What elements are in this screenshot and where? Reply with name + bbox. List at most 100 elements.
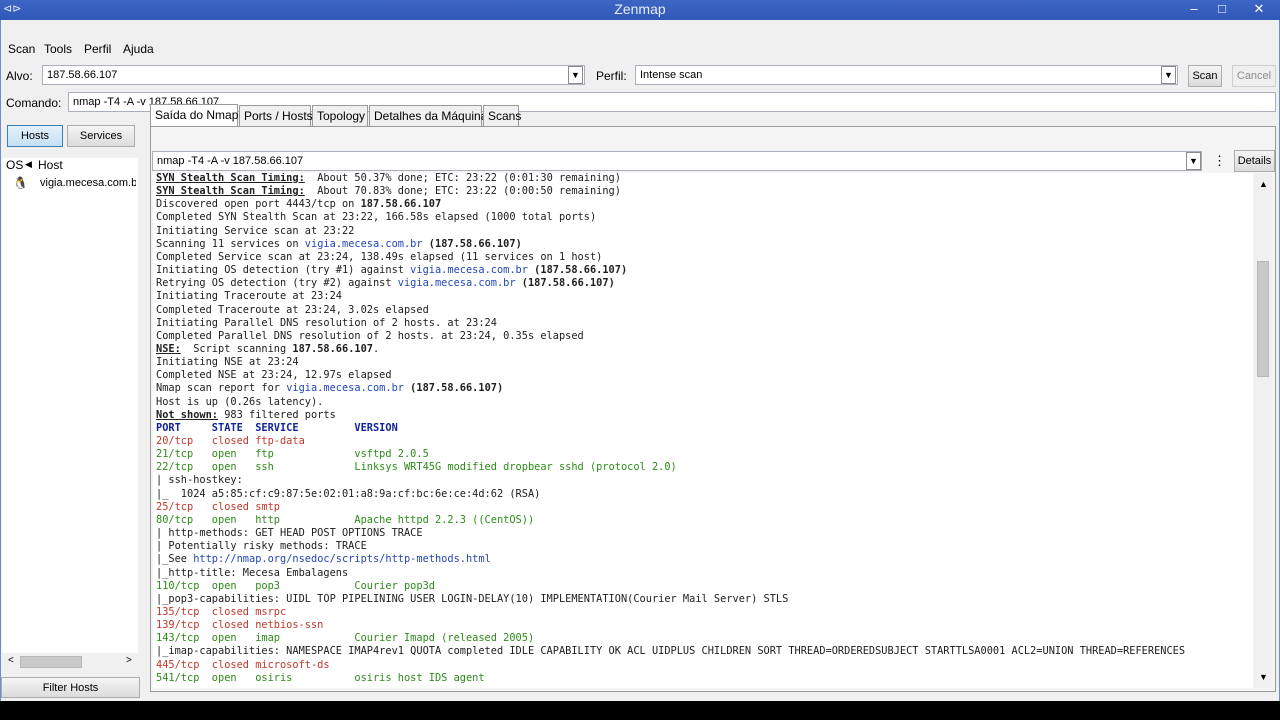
details-button[interactable]: Details — [1234, 150, 1275, 172]
output-segment: 80/tcp open http Apache httpd 2.2.3 ((Ce… — [156, 513, 535, 526]
nmap-output-text[interactable]: SYN Stealth Scan Timing: About 50.37% do… — [153, 173, 1253, 688]
tab-host-details[interactable]: Detalhes da Máquina — [369, 105, 487, 126]
output-segment: (187.58.66.107) — [403, 382, 504, 395]
filter-hosts-button[interactable]: Filter Hosts — [1, 677, 140, 698]
output-segment: Completed SYN Stealth Scan at 23:22, 166… — [156, 211, 597, 224]
profile-label: Perfil: — [596, 69, 627, 83]
output-segment: Completed Parallel DNS resolution of 2 h… — [156, 329, 584, 342]
desktop-bottom — [0, 701, 1280, 720]
output-command-select[interactable]: nmap -T4 -A -v 187.58.66.107 — [152, 151, 1202, 171]
output-line: 20/tcp closed ftp-data — [156, 435, 305, 448]
linux-penguin-icon: 🐧 — [13, 176, 28, 190]
output-segment: About 70.83% done; ETC: 23:22 (0:00:50 r… — [304, 185, 621, 198]
output-line: | ssh-hostkey: — [156, 474, 243, 487]
output-segment: Initiating Traceroute at 23:24 — [156, 290, 342, 303]
output-segment: |_http-title: Mecesa Embalagens — [156, 566, 349, 579]
left-hscroll[interactable]: < > — [2, 653, 138, 671]
output-segment: 139/tcp closed netbios-ssn — [156, 619, 324, 632]
hosts-button[interactable]: Hosts — [7, 125, 63, 147]
cancel-button[interactable]: Cancel — [1232, 65, 1276, 87]
output-line: | http-methods: GET HEAD POST OPTIONS TR… — [156, 527, 423, 540]
output-line: Completed Service scan at 23:24, 138.49s… — [156, 251, 602, 264]
output-segment: vigia.mecesa.com.br — [397, 277, 516, 290]
output-segment: 110/tcp open pop3 Courier pop3d — [156, 579, 435, 592]
output-segment: 21/tcp open ftp vsftpd 2.0.5 — [156, 448, 429, 461]
os-column-header[interactable]: OS — [6, 158, 23, 172]
output-segment: 20/tcp closed ftp-data — [156, 435, 305, 447]
output-segment: Completed Traceroute at 23:24, 3.02s ela… — [156, 303, 429, 316]
tab-topology[interactable]: Topology — [312, 105, 368, 126]
output-segment: Host is up (0.26s latency). — [156, 395, 324, 408]
output-line: |_ 1024 a5:85:cf:c9:87:5e:02:01:a8:9a:cf… — [156, 488, 540, 501]
output-line: Initiating Service scan at 23:22 — [156, 225, 354, 238]
chevron-down-icon[interactable]: ▼ — [568, 66, 583, 84]
menu-scan[interactable]: Scan — [8, 42, 35, 56]
output-line: |_imap-capabilities: NAMESPACE IMAP4rev1… — [156, 645, 1185, 658]
output-line: SYN Stealth Scan Timing: About 70.83% do… — [156, 185, 621, 198]
output-segment: Script scanning — [180, 342, 293, 355]
output-segment: |_See — [156, 553, 194, 566]
output-line: Discovered open port 4443/tcp on 187.58.… — [156, 198, 441, 211]
output-segment: 187.58.66.107 — [360, 198, 442, 211]
output-line: |_See http://nmap.org/nsedoc/scripts/htt… — [156, 553, 491, 566]
output-line: Initiating OS detection (try #1) against… — [156, 264, 627, 277]
scroll-thumb[interactable] — [1257, 261, 1269, 377]
host-list: OS ◀ Host 🐧 vigia.mecesa.com.b — [2, 158, 138, 653]
output-segment: PORT STATE SERVICE VERSION — [156, 421, 398, 434]
output-segment: | Potentially risky methods: TRACE — [156, 540, 367, 553]
menu-ajuda[interactable]: Ajuda — [123, 42, 154, 56]
list-item[interactable]: 🐧 vigia.mecesa.com.b — [2, 174, 138, 194]
maximize-icon[interactable]: □ — [1208, 0, 1236, 20]
scroll-left-icon[interactable]: < — [8, 655, 14, 666]
output-line: |_http-title: Mecesa Embalagens — [156, 567, 348, 580]
output-line: NSE: Script scanning 187.58.66.107. — [156, 343, 379, 356]
menu-perfil[interactable]: Perfil — [84, 42, 111, 56]
close-icon[interactable]: ✕ — [1240, 0, 1278, 20]
output-line: Initiating Parallel DNS resolution of 2 … — [156, 317, 497, 330]
command-label: Comando: — [6, 96, 62, 110]
profile-select[interactable]: Intense scan — [635, 65, 1178, 85]
target-input[interactable]: 187.58.66.107 — [42, 65, 585, 85]
output-vscroll[interactable]: ▲ ▼ — [1254, 173, 1272, 688]
output-segment: | http-methods: GET HEAD POST OPTIONS TR… — [156, 527, 423, 540]
drag-handle-icon[interactable]: ⋮ — [1213, 153, 1226, 169]
output-line: | Potentially risky methods: TRACE — [156, 540, 367, 553]
title-bar: ⊲⊳ Zenmap – □ ✕ — [0, 0, 1280, 20]
services-button[interactable]: Services — [67, 125, 135, 147]
output-line: Scanning 11 services on vigia.mecesa.com… — [156, 238, 522, 251]
output-segment: Initiating Service scan at 23:22 — [156, 224, 355, 237]
output-segment: 187.58.66.107 — [292, 342, 373, 355]
sort-arrow-icon: ◀ — [25, 159, 32, 169]
tab-nmap-output[interactable]: Saída do Nmap — [150, 104, 238, 127]
host-name: vigia.mecesa.com.b — [40, 177, 136, 189]
output-segment: 22/tcp open ssh Linksys WRT45G modified … — [156, 461, 677, 474]
output-segment: vigia.mecesa.com.br — [410, 264, 528, 277]
output-segment: About 50.37% done; ETC: 23:22 (0:01:30 r… — [304, 173, 621, 184]
output-line: 22/tcp open ssh Linksys WRT45G modified … — [156, 461, 677, 474]
host-column-header[interactable]: Host — [38, 158, 63, 172]
minimize-icon[interactable]: – — [1180, 0, 1208, 20]
scroll-up-icon[interactable]: ▲ — [1259, 179, 1268, 189]
output-segment: SYN Stealth Scan Timing: — [156, 173, 305, 184]
output-segment: 541/tcp open osiris osiris host IDS agen… — [156, 671, 485, 684]
menu-tools[interactable]: Tools — [44, 42, 72, 56]
output-segment: http://nmap.org/nsedoc/scripts/http-meth… — [193, 553, 491, 566]
output-segment: Initiating OS detection (try #1) against — [156, 264, 411, 277]
tab-scans[interactable]: Scans — [483, 105, 521, 126]
output-segment: Initiating Parallel DNS resolution of 2 … — [156, 316, 497, 329]
scroll-right-icon[interactable]: > — [126, 655, 132, 666]
output-line: SYN Stealth Scan Timing: About 50.37% do… — [156, 173, 621, 185]
chevron-down-icon[interactable]: ▼ — [1186, 152, 1201, 170]
output-segment: 143/tcp open imap Courier Imapd (release… — [156, 632, 535, 645]
chevron-down-icon[interactable]: ▼ — [1161, 66, 1176, 84]
output-line: 143/tcp open imap Courier Imapd (release… — [156, 632, 534, 645]
output-segment: | ssh-hostkey: — [156, 474, 243, 487]
tab-ports-hosts[interactable]: Ports / Hosts — [239, 105, 313, 126]
output-segment: (187.58.66.107) — [527, 264, 628, 277]
output-segment: vigia.mecesa.com.br — [286, 382, 404, 395]
output-segment: |_pop3-capabilities: UIDL TOP PIPELINING… — [156, 592, 789, 605]
scan-button[interactable]: Scan — [1188, 65, 1222, 87]
output-segment: Discovered open port 4443/tcp on — [156, 198, 361, 211]
scroll-down-icon[interactable]: ▼ — [1259, 672, 1268, 682]
scroll-thumb[interactable] — [20, 656, 82, 668]
